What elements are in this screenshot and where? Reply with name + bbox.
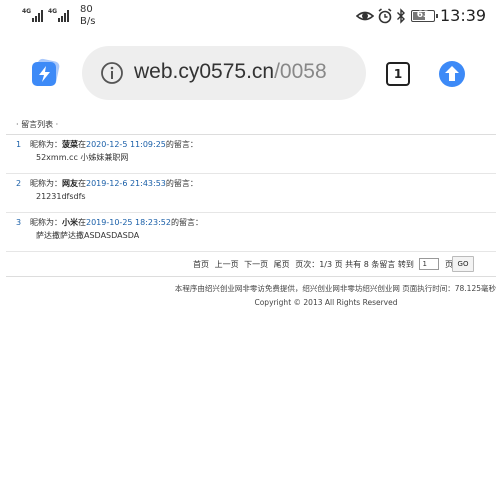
entry-prefix: 昵称为：	[30, 140, 62, 149]
network-speed: 80 B/s	[80, 4, 95, 28]
url-host: web.cy0575.cn	[134, 60, 275, 83]
entry-nickname: 小米	[62, 218, 78, 227]
entry-message: 萨达撒萨达撒ASDASDASDA	[36, 231, 140, 240]
signal-2-label: 4G	[48, 8, 58, 15]
entry-date: 2020-12-5 11:09:25	[86, 140, 166, 149]
alarm-icon	[378, 8, 392, 24]
list-item: 2 昵称为：网友在2019-12-6 21:43:53的留言： 21231dfs…	[6, 174, 496, 213]
first-page-link[interactable]: 首页	[193, 260, 209, 269]
last-page-link[interactable]: 尾页	[274, 260, 290, 269]
info-icon[interactable]	[100, 61, 124, 85]
footer-copyright: Copyright © 2013 All Rights Reserved	[254, 298, 398, 307]
address-bar[interactable]: web.cy0575.cn/0058	[82, 46, 366, 100]
network-speed-value: 80	[80, 4, 93, 15]
entry-message: 52xmm.cc 小姊妹兼职网	[36, 153, 129, 162]
footer: 本程序由绍兴创业网非零访免费提供，绍兴创业网非零坊绍兴创业网 页面执行时间：78…	[6, 277, 496, 317]
bullet: ·	[55, 120, 59, 129]
entry-header: 昵称为：网友在2019-12-6 21:43:53的留言：	[30, 179, 198, 189]
prev-page-link[interactable]: 上一页	[215, 260, 239, 269]
page-info: 页次：1/3 页 共有 8 条留言 转到	[295, 259, 414, 269]
entry-number: 3	[16, 218, 22, 227]
bullet: ·	[16, 120, 19, 129]
entry-nickname: 网友	[62, 179, 78, 188]
entry-suffix: 的留言：	[165, 140, 198, 149]
entry-number: 1	[16, 140, 22, 149]
pagination-controls: 首页 上一页 下一页 尾页 页次：1/3 页 共有 8 条留言 转到 1 页	[193, 258, 456, 271]
entry-date: 2019-12-6 21:43:53	[86, 179, 166, 188]
entry-message: 21231dfsdfs	[36, 192, 86, 201]
section-header: · 留言列表 ·	[6, 116, 496, 135]
entry-suffix: 的留言：	[165, 179, 198, 188]
entry-header: 昵称为：菠菜在2020-12-5 11:09:25的留言：	[30, 140, 198, 150]
bluetooth-icon	[397, 8, 405, 24]
battery-level: 63	[416, 10, 430, 20]
eye-icon	[356, 11, 374, 21]
entry-at: 在	[78, 218, 86, 227]
status-bar: 4G 4G 80 B/s 63 13:39	[0, 0, 500, 34]
entry-nickname: 菠菜	[62, 140, 78, 149]
browser-toolbar: web.cy0575.cn/0058 1	[0, 36, 500, 112]
url-path: /0058	[274, 60, 327, 83]
entry-header: 昵称为：小米在2019-10-25 18:23:52的留言：	[30, 218, 203, 228]
network-speed-unit: B/s	[80, 16, 96, 27]
page-number-input[interactable]: 1	[419, 258, 440, 270]
battery-icon: 63	[411, 10, 438, 22]
go-button[interactable]: GO	[452, 256, 474, 272]
clock: 13:39	[440, 6, 487, 25]
guestbook: · 留言列表 · 1 昵称为：菠菜在2020-12-5 11:09:25的留言：…	[6, 116, 496, 317]
entry-number: 2	[16, 179, 22, 188]
list-item: 1 昵称为：菠菜在2020-12-5 11:09:25的留言： 52xmm.cc…	[6, 135, 496, 174]
next-page-link[interactable]: 下一页	[244, 260, 268, 269]
entry-suffix: 的留言：	[170, 218, 203, 227]
app-logo-icon[interactable]	[30, 58, 60, 88]
entry-prefix: 昵称为：	[30, 218, 62, 227]
footer-credits: 本程序由绍兴创业网非零访免费提供，绍兴创业网非零坊绍兴创业网 页面执行时间：78…	[174, 284, 496, 293]
tabs-icon[interactable]: 1	[386, 62, 410, 86]
entry-prefix: 昵称为：	[30, 179, 62, 188]
upload-icon[interactable]	[438, 60, 466, 88]
entry-at: 在	[78, 179, 86, 188]
signal-1-label: 4G	[22, 8, 32, 15]
url-text[interactable]: web.cy0575.cn/0058	[134, 57, 327, 87]
list-item: 3 昵称为：小米在2019-10-25 18:23:52的留言： 萨达撒萨达撒A…	[6, 213, 496, 252]
pagination: 首页 上一页 下一页 尾页 页次：1/3 页 共有 8 条留言 转到 1 页 G…	[6, 252, 496, 277]
entry-at: 在	[78, 140, 86, 149]
section-title: 留言列表	[21, 120, 54, 129]
entry-date: 2019-10-25 18:23:52	[86, 218, 171, 227]
